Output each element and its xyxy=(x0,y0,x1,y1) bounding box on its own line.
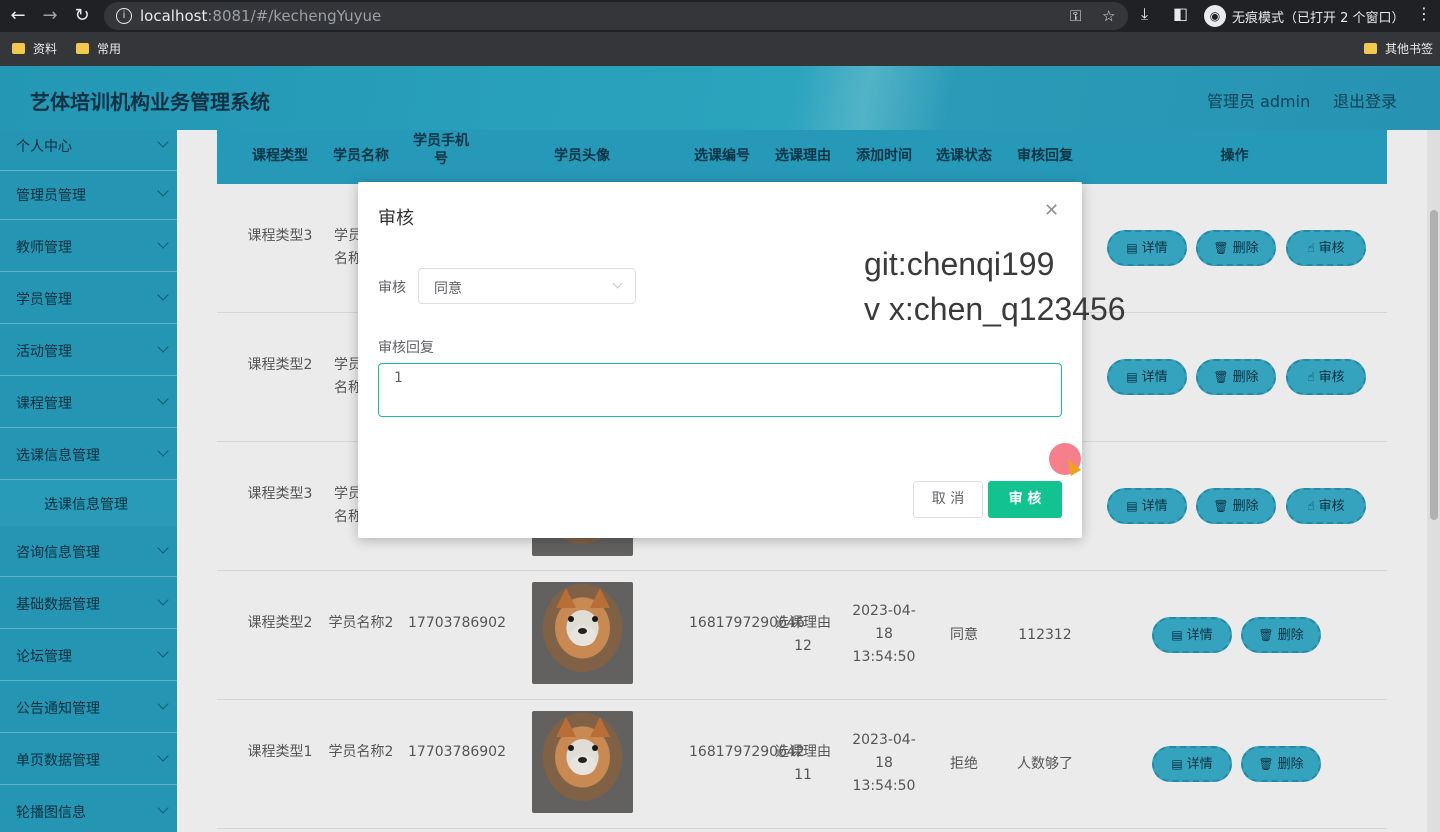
more-menu-icon[interactable]: ⋮ xyxy=(1416,4,1432,23)
key-icon[interactable]: ⚿ xyxy=(1070,7,1081,25)
forward-icon[interactable]: → xyxy=(38,4,62,28)
folder-icon xyxy=(1364,43,1377,54)
bookmark-folder[interactable]: 常用 xyxy=(76,40,121,58)
bookmark-folder[interactable]: 资料 xyxy=(12,40,57,58)
side-panel-icon[interactable]: ◧ xyxy=(1173,4,1188,23)
bookmark-label: 其他书签 xyxy=(1385,42,1434,56)
close-icon[interactable]: ✕ xyxy=(1044,200,1059,221)
url-text: localhost:8081/#/kechengYuyue xyxy=(140,7,381,25)
incognito-icon: ◉ xyxy=(1204,5,1226,27)
cancel-button[interactable]: 取 消 xyxy=(913,481,983,518)
back-icon[interactable]: ← xyxy=(6,4,30,28)
url-host: localhost xyxy=(140,7,208,25)
address-bar[interactable]: i localhost:8081/#/kechengYuyue ⚿ ☆ xyxy=(104,2,1128,30)
incognito-indicator[interactable]: ◉ 无痕模式（已打开 2 个窗口） xyxy=(1200,3,1405,29)
bookmark-label: 资料 xyxy=(33,42,58,56)
browser-toolbar: ← → ↻ i localhost:8081/#/kechengYuyue ⚿ … xyxy=(0,0,1440,32)
reply-textarea[interactable] xyxy=(378,363,1062,417)
star-icon[interactable]: ☆ xyxy=(1102,7,1115,25)
folder-icon xyxy=(12,43,25,54)
incognito-label: 无痕模式（已打开 2 个窗口） xyxy=(1232,11,1405,26)
dialog-title: 审核 xyxy=(378,208,414,229)
reply-field-label: 审核回复 xyxy=(378,340,434,356)
watermark-line: git:chenqi199 xyxy=(864,246,1055,282)
bookmark-label: 常用 xyxy=(97,42,122,56)
review-select-value: 同意 xyxy=(434,281,462,297)
download-icon[interactable]: ⤓ xyxy=(1141,4,1148,24)
site-info-icon[interactable]: i xyxy=(116,8,132,24)
bookmarks-bar: 资料 常用 其他书签 xyxy=(0,32,1440,66)
review-dialog: 审核 ✕ 审核 同意 审核回复 取 消 审 核 xyxy=(358,182,1082,538)
review-field-label: 审核 xyxy=(378,280,406,296)
watermark-line: v x:chen_q123456 xyxy=(864,291,1126,327)
other-bookmarks[interactable]: 其他书签 xyxy=(1364,40,1433,58)
submit-review-button[interactable]: 审 核 xyxy=(988,481,1062,518)
reload-icon[interactable]: ↻ xyxy=(70,4,94,28)
chevron-down-icon xyxy=(612,278,623,289)
url-path: :8081/#/kechengYuyue xyxy=(207,7,382,25)
review-select[interactable]: 同意 xyxy=(418,268,636,304)
folder-icon xyxy=(76,43,89,54)
